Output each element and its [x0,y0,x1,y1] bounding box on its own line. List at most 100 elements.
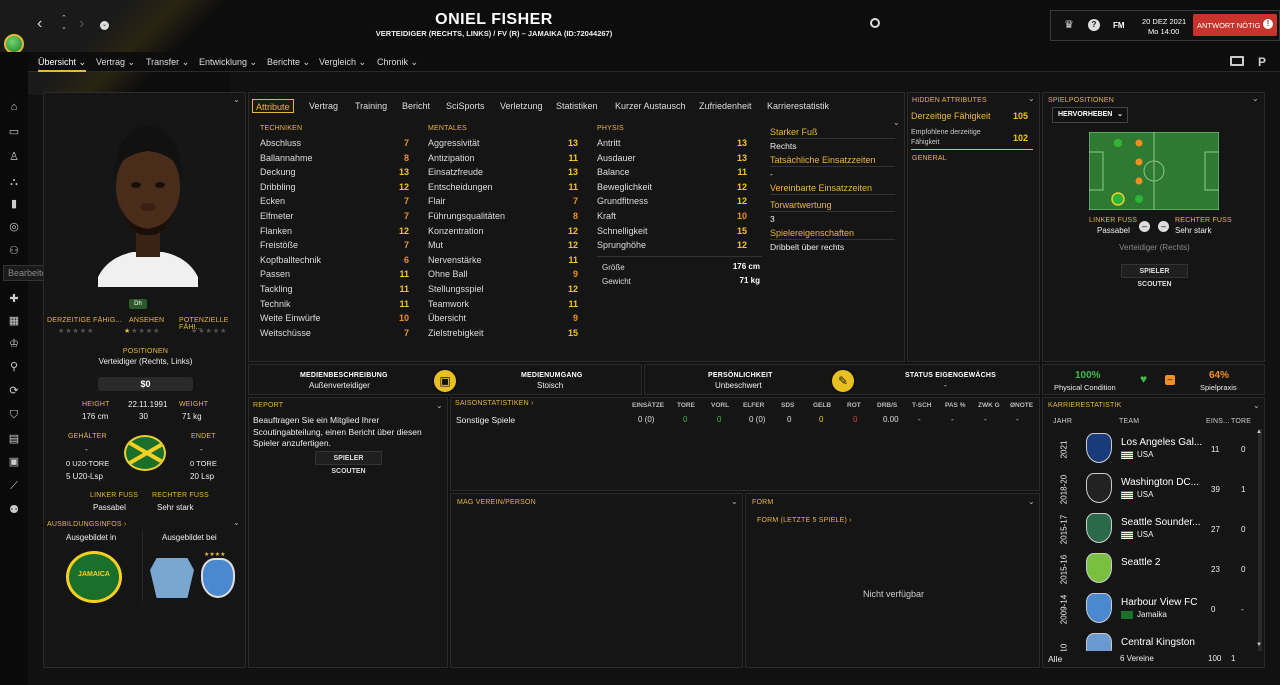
scouting-icon[interactable]: ⚲ [7,360,21,374]
nav-item-transfer[interactable]: Transfer ⌄ [146,57,189,68]
season-column-header[interactable]: DRB/S [877,402,897,409]
attribute-row[interactable]: Antritt 13 [597,136,747,150]
highlight-dropdown[interactable]: HERVORHEBEN ⌄ [1052,107,1128,123]
attribute-row[interactable]: Aggressivität 13 [428,136,578,150]
tab-happiness[interactable]: Zufriedenheit [699,99,752,113]
tab-attributes[interactable]: Attribute [252,99,294,113]
attribute-row[interactable]: Tackling 11 [260,282,409,296]
panel-menu-icon[interactable]: ⌄ [233,95,240,104]
attribute-row[interactable]: Passen 11 [260,267,409,281]
attribute-row[interactable]: Dribbling 12 [260,180,409,194]
club-vision-icon[interactable]: ⛉ [7,408,21,422]
dropdown-circle-icon[interactable]: ⌄ [100,21,109,30]
inbox-icon[interactable]: ▭ [7,125,21,139]
squad-shirt-icon[interactable]: ♙ [7,150,21,164]
career-row[interactable]: 2015-16 Seattle 2 23 0 [1043,549,1256,589]
scout-player-button[interactable]: SPIELER SCOUTEN [1121,264,1188,288]
attribute-row[interactable]: Zielstrebigkeit 15 [428,326,578,340]
attribute-row[interactable]: Mut 12 [428,238,578,252]
attribute-row[interactable]: Nervenstärke 11 [428,253,578,267]
home-icon[interactable]: ⌂ [7,100,21,114]
nav-item-contract[interactable]: Vertrag ⌄ [96,57,135,68]
attribute-row[interactable]: Stellungsspiel 12 [428,282,578,296]
nav-item-overview[interactable]: Übersicht ⌄ [38,57,87,72]
data-hub-icon[interactable]: ▮ [7,197,21,211]
form-last5-link[interactable]: FORM (LETZTE 5 SPIELE) › [757,517,852,524]
form-menu-icon[interactable]: ⌄ [1028,497,1035,506]
attribute-row[interactable]: Einsatzfreude 13 [428,165,578,179]
attribute-row[interactable]: Technik 11 [260,297,409,311]
search-icon[interactable] [870,18,880,28]
season-column-header[interactable]: VORL [711,402,729,409]
tab-contract[interactable]: Vertrag [309,99,338,113]
attribute-row[interactable]: Beweglichkeit 12 [597,180,747,194]
season-column-header[interactable]: SDS [781,402,794,409]
trophy-icon[interactable]: ♛ [1064,18,1074,31]
hidden-attributes-menu-icon[interactable]: ⌄ [1028,94,1035,103]
career-team[interactable]: Los Angeles Gal... [1121,437,1202,448]
season-column-header[interactable]: PAS % [945,402,965,409]
tactics-icon[interactable]: ⛬ [7,175,21,189]
jamaica-flag-crest[interactable] [124,435,166,471]
attribute-row[interactable]: Führungsqualitäten 8 [428,209,578,223]
tab-career[interactable]: Karrierestatistik [767,99,829,113]
attribute-row[interactable]: Flair 7 [428,194,578,208]
attribute-row[interactable]: Weite Einwürfe 10 [260,311,409,325]
attribute-row[interactable]: Flanken 12 [260,224,409,238]
transfers-icon[interactable]: ⟳ [7,384,21,398]
career-row[interactable]: 2009-14 Harbour View FC Jamaika 0 - [1043,589,1256,629]
attribute-row[interactable]: Ballannahme 8 [260,151,409,165]
attribute-row[interactable]: Teamwork 11 [428,297,578,311]
attribute-row[interactable]: Grundfitness 12 [597,194,747,208]
season-column-header[interactable]: GELB [813,402,831,409]
favourite-club-menu-icon[interactable]: ⌄ [731,497,738,506]
medical-icon[interactable]: ✚ [7,292,21,306]
attribute-row[interactable]: Schnelligkeit 15 [597,224,747,238]
attribute-row[interactable]: Balance 11 [597,165,747,179]
tab-chat[interactable]: Kurzer Austausch [615,99,686,113]
attribute-row[interactable]: Antizipation 11 [428,151,578,165]
career-row[interactable]: 2018-20 Washington DC... USA 39 1 [1043,469,1256,509]
tab-stats[interactable]: Statistiken [556,99,598,113]
attribute-row[interactable]: Freistöße 7 [260,238,409,252]
attribute-row[interactable]: Sprunghöhe 12 [597,238,747,252]
finances-icon[interactable]: ▤ [7,432,21,446]
attribute-row[interactable]: Ecken 7 [260,194,409,208]
attributes-options-icon[interactable]: ⌄ [893,118,900,127]
up-down-icon[interactable]: ⌃ ⌄ [61,14,67,32]
career-menu-icon[interactable]: ⌄ [1253,401,1260,410]
monitor-icon[interactable] [1230,56,1244,66]
tab-scisports[interactable]: SciSports [446,99,485,113]
season-column-header[interactable]: ØNOTE [1010,402,1033,409]
career-row[interactable]: 2015-17 Seattle Sounder... USA 27 0 [1043,509,1256,549]
training-info-toggle-icon[interactable]: ⌄ [233,518,240,527]
attribute-row[interactable]: Konzentration 12 [428,224,578,238]
attribute-row[interactable]: Ohne Ball 9 [428,267,578,281]
career-team[interactable]: Seattle Sounder... [1121,517,1201,528]
training-icon[interactable]: ◎ [7,220,21,234]
calendar-icon[interactable]: ▦ [7,314,21,328]
season-column-header[interactable]: EINSÄTZE [632,402,664,409]
paypal-icon[interactable]: P [1258,55,1266,69]
career-row[interactable]: -10 Central Kingston [1043,629,1256,651]
career-team[interactable]: Central Kingston [1121,637,1195,648]
positions-menu-icon[interactable]: ⌄ [1252,94,1259,103]
help-icon[interactable]: ? [1088,19,1100,31]
attribute-row[interactable]: Weitschüsse 7 [260,326,409,340]
report-icon[interactable]: ⟋ [7,479,21,493]
attribute-row[interactable]: Entscheidungen 11 [428,180,578,194]
training-info-link[interactable]: AUSBILDUNGSINFOS › [47,521,126,528]
season-column-header[interactable]: ZWK G [978,402,1000,409]
nav-item-development[interactable]: Entwicklung ⌄ [199,57,257,68]
fm-logo[interactable]: FM [1113,21,1125,30]
season-column-header[interactable]: T-SCH [912,402,932,409]
manager-icon[interactable]: ⚉ [7,503,21,517]
back-arrow-icon[interactable]: ‹ [37,15,42,33]
career-team[interactable]: Harbour View FC [1121,597,1198,608]
attribute-row[interactable]: Kopfballtechnik 6 [260,253,409,267]
career-scrollbar-down-icon[interactable]: ▼ [1256,642,1262,648]
nav-item-reports[interactable]: Berichte ⌄ [267,57,310,68]
career-scrollbar[interactable] [1258,429,1262,651]
career-team[interactable]: Seattle 2 [1121,557,1160,568]
attribute-row[interactable]: Übersicht 9 [428,311,578,325]
